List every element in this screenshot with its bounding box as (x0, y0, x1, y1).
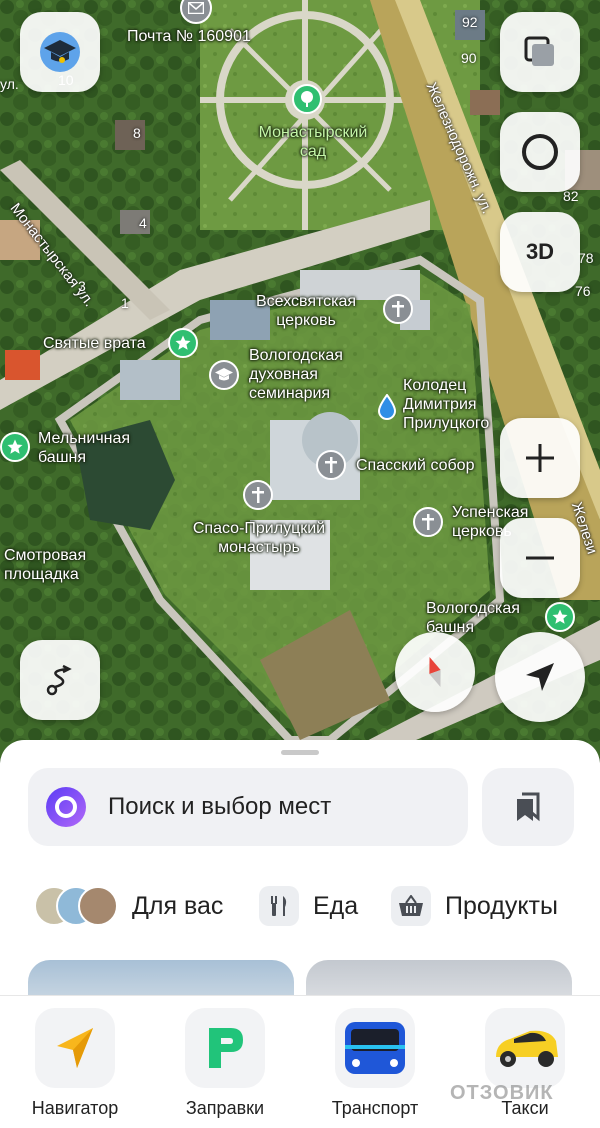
layers-button[interactable] (500, 12, 580, 92)
mill-tower-label: Мельничная башня (38, 429, 130, 467)
3d-button[interactable]: 3D (500, 212, 580, 292)
well-line3: Прилуцкого (403, 415, 490, 432)
alice-ring-icon (522, 134, 558, 170)
well-label: Колодец Димитрия Прилуцкого (403, 376, 489, 433)
church-cross-icon[interactable] (243, 480, 273, 510)
cutlery-icon (259, 886, 299, 926)
sheet-drag-handle[interactable] (281, 750, 319, 755)
tab-label: Навигатор (31, 1098, 119, 1118)
category-label: Для вас (132, 891, 224, 920)
garden-label-line1: Монастырский (258, 124, 368, 141)
vsesvyat-line2: церковь (276, 312, 336, 329)
graduation-cap-icon[interactable] (209, 360, 239, 390)
lookout-line2: площадка (4, 566, 79, 583)
tab-navigator[interactable]: Навигатор (5, 1008, 145, 1119)
zoom-in-button[interactable] (500, 418, 580, 498)
bookmarks-button[interactable] (482, 768, 574, 846)
tab-label: Транспорт (331, 1098, 419, 1118)
seminary-label: Вологодская духовная семинария (249, 346, 343, 403)
tab-fuel[interactable]: Заправки (155, 1008, 295, 1119)
vologda-tower-label: Вологодская башня (426, 599, 520, 637)
bus-icon (335, 1008, 415, 1088)
house-number: 92 (462, 14, 478, 30)
mill-line1: Мельничная (38, 430, 131, 447)
house-number: 4 (139, 215, 147, 231)
alice-button[interactable] (500, 112, 580, 192)
category-for-you[interactable]: Для вас (34, 886, 223, 926)
photos-icon (34, 886, 118, 926)
recommendation-card[interactable] (306, 960, 572, 1000)
alice-assistant-icon (46, 787, 86, 827)
fuel-icon (185, 1008, 265, 1088)
monastery-label: Спасо-Прилуцкий монастырь (178, 519, 340, 557)
star-icon[interactable] (0, 432, 30, 462)
house-number: 76 (575, 283, 591, 299)
graduation-cap-icon (40, 32, 80, 72)
seminary-line3: семинария (249, 385, 331, 402)
monastery-line1: Спасо-Прилуцкий (192, 520, 326, 537)
park-tree-icon[interactable] (292, 84, 322, 114)
location-arrow-icon (526, 663, 554, 691)
house-number: 78 (578, 250, 594, 266)
compass-icon (429, 656, 441, 688)
water-drop-icon[interactable] (372, 392, 402, 422)
category-groceries[interactable]: Продукты (391, 886, 558, 926)
house-number: 90 (461, 50, 477, 66)
minus-icon (526, 556, 554, 560)
map-view[interactable]: Почта № 160901 Монастырский сад Всехсвят… (0, 0, 600, 760)
zoom-out-button[interactable] (500, 518, 580, 598)
house-number: 8 (133, 125, 141, 141)
lookout-line1: Смотровая (4, 547, 87, 564)
mill-line2: башня (38, 449, 87, 466)
bookmark-icon (517, 792, 540, 822)
well-line1: Колодец (403, 377, 467, 394)
3d-label: 3D (525, 239, 555, 264)
category-food[interactable]: Еда (259, 886, 358, 926)
navigator-arrow-icon (35, 1008, 115, 1088)
route-icon (46, 664, 72, 696)
tab-label: Заправки (185, 1098, 265, 1118)
vsesvyatskaya-church-label: Всехсвятская церковь (256, 292, 356, 330)
vologda-tower-line1: Вологодская (426, 600, 520, 617)
my-location-button[interactable] (495, 632, 585, 722)
star-icon[interactable] (545, 602, 575, 632)
category-label: Продукты (445, 891, 558, 920)
church-cross-icon[interactable] (383, 294, 413, 324)
garden-label-line2: сад (299, 143, 327, 160)
church-cross-icon[interactable] (316, 450, 346, 480)
recommendation-card[interactable] (28, 960, 294, 1000)
taxi-icon (485, 1008, 565, 1088)
holy-gates-label: Святые врата (43, 335, 146, 352)
tab-transport[interactable]: Транспорт (305, 1008, 445, 1119)
garden-label: Монастырский сад (246, 123, 380, 161)
well-line2: Димитрия (403, 396, 477, 413)
profile-button[interactable] (20, 12, 100, 92)
basket-icon (391, 886, 431, 926)
seminary-line2: духовная (249, 366, 318, 383)
house-number: 3 (78, 278, 86, 294)
layers-icon (524, 36, 554, 66)
lookout-label: Смотровая площадка (4, 546, 86, 584)
search-placeholder: Поиск и выбор мест (108, 793, 332, 820)
compass-button[interactable] (395, 632, 475, 712)
vsesvyat-line1: Всехсвятская (256, 293, 357, 310)
search-bar[interactable]: Поиск и выбор мест (28, 768, 468, 846)
monastery-line2: монастырь (218, 539, 300, 556)
street-fragment: ул. (0, 76, 19, 92)
category-label: Еда (313, 891, 359, 920)
spassky-cathedral-label: Спасский собор (356, 457, 475, 474)
watermark-text: ОТЗОВИК (450, 1082, 554, 1104)
route-button[interactable] (20, 640, 100, 720)
bottom-tab-bar: Навигатор Заправки Транспорт Такси (0, 995, 600, 1128)
post-office-label: Почта № 160901 (127, 28, 251, 45)
house-number: 1 (121, 295, 129, 311)
seminary-line1: Вологодская (249, 347, 343, 364)
plus-icon (526, 444, 554, 472)
star-icon[interactable] (168, 328, 198, 358)
church-cross-icon[interactable] (413, 507, 443, 537)
